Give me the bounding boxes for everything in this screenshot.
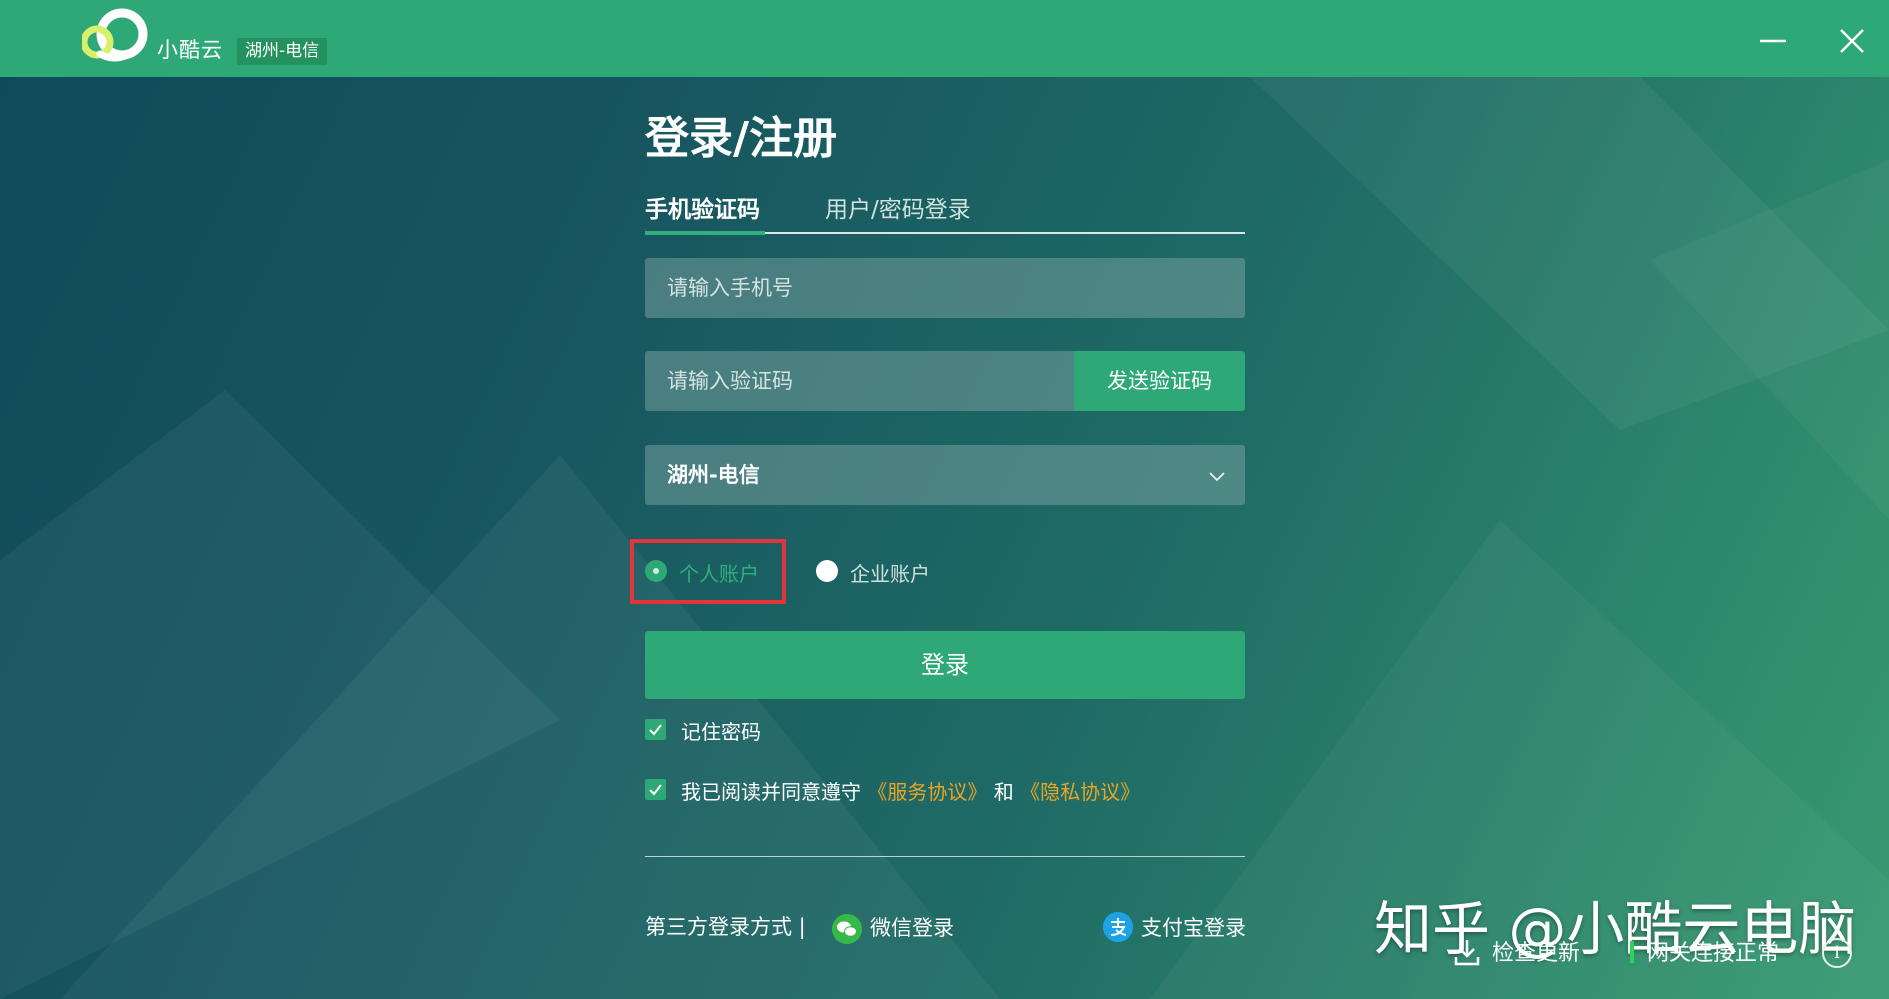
remember-checkbox[interactable] (645, 719, 666, 740)
alipay-login-label: 支付宝登录 (1141, 916, 1246, 940)
region-select-value: 湖州-电信 (667, 463, 760, 487)
agree-prefix: 我已阅读并同意遵守 (681, 780, 861, 804)
phone-input[interactable] (645, 258, 1245, 318)
radio-company-account[interactable]: 企业账户 (816, 558, 946, 586)
tab-user-password[interactable]: 用户/密码登录 (825, 190, 971, 224)
info-icon[interactable]: i (1822, 938, 1852, 968)
chevron-down-icon (1209, 472, 1225, 482)
radio-dot-selected (645, 560, 667, 582)
send-code-button[interactable]: 发送验证码 (1074, 351, 1245, 411)
alipay-icon (1103, 912, 1133, 942)
remember-label: 记住密码 (681, 720, 761, 744)
divider (645, 856, 1245, 857)
gateway-status-label: 网关连接正常 (1647, 941, 1780, 966)
tab-phone-code[interactable]: 手机验证码 (645, 190, 760, 224)
verification-code-input[interactable] (645, 351, 1074, 411)
download-icon (1454, 940, 1480, 966)
login-button[interactable]: 登录 (645, 631, 1245, 699)
agree-checkbox[interactable] (645, 779, 666, 800)
page-title: 登录/注册 (645, 113, 838, 164)
agreement: 我已阅读并同意遵守 《服务协议》 和 《隐私协议》 (645, 776, 1265, 804)
close-icon[interactable] (1835, 24, 1869, 58)
phone-field (645, 258, 1245, 318)
tab-active-indicator (645, 231, 765, 235)
minimize-icon[interactable] (1756, 24, 1790, 58)
agree-text: 我已阅读并同意遵守 《服务协议》 和 《隐私协议》 (681, 776, 1140, 805)
radio-company-label: 企业账户 (850, 562, 930, 586)
third-party-label: 第三方登录方式 | (645, 915, 806, 939)
code-field (645, 351, 1074, 411)
wechat-login[interactable]: 微信登录 (832, 910, 962, 944)
privacy-agreement-link[interactable]: 《隐私协议》 (1020, 776, 1140, 805)
check-update-label: 检查更新 (1492, 941, 1581, 966)
login-tabs: 手机验证码 用户/密码登录 (645, 190, 1245, 236)
radio-personal-account[interactable]: 个人账户 (645, 558, 770, 586)
gateway-status: 网关连接正常 (1627, 935, 1807, 969)
app-logo-icon (82, 8, 148, 62)
remember-password: 记住密码 (645, 716, 845, 744)
radio-dot-unselected (816, 560, 838, 582)
alipay-login[interactable]: 支付宝登录 (1103, 910, 1248, 942)
check-icon (649, 724, 662, 736)
agree-and: 和 (993, 780, 1014, 804)
title-bar: 小酷云 湖州-电信 (0, 0, 1889, 77)
check-icon (649, 784, 662, 796)
app-brand-name: 小酷云 (157, 38, 223, 62)
radio-personal-label: 个人账户 (679, 562, 759, 586)
check-update[interactable]: 检查更新 (1452, 935, 1602, 969)
region-select[interactable]: 湖州-电信 (645, 445, 1245, 505)
wechat-login-label: 微信登录 (870, 916, 954, 940)
region-badge: 湖州-电信 (237, 38, 328, 65)
gateway-status-indicator (1630, 941, 1634, 963)
service-agreement-link[interactable]: 《服务协议》 (867, 776, 987, 805)
wechat-icon (832, 914, 862, 944)
